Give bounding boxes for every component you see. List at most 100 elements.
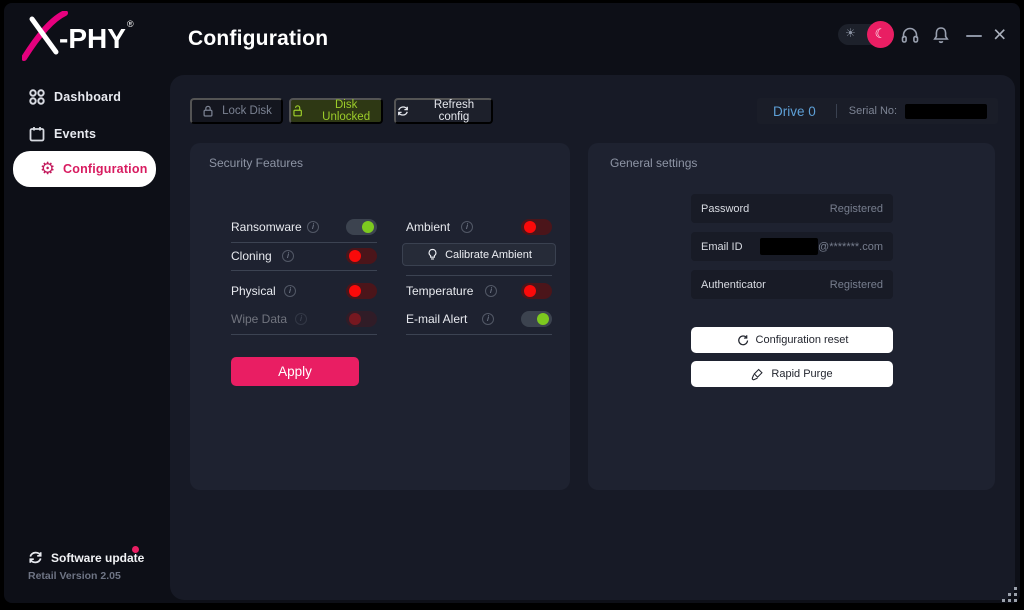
sync-icon bbox=[27, 549, 44, 566]
physical-toggle[interactable] bbox=[346, 283, 377, 299]
email-redacted bbox=[760, 238, 818, 255]
divider bbox=[836, 104, 837, 118]
svg-text:-PHY: -PHY bbox=[59, 23, 126, 54]
toggle-knob bbox=[524, 221, 536, 233]
resize-grip[interactable] bbox=[1002, 587, 1018, 603]
light-bulb-icon bbox=[426, 248, 439, 261]
sidebar-item-dashboard[interactable]: Dashboard bbox=[4, 86, 170, 110]
configuration-reset-label: Configuration reset bbox=[756, 334, 849, 346]
general-settings-title: General settings bbox=[610, 156, 697, 170]
authenticator-label: Authenticator bbox=[701, 279, 766, 291]
toggle-label: Ransomware bbox=[231, 220, 302, 234]
version-label: Retail Version 2.05 bbox=[28, 570, 121, 582]
toggle-row-ambient: Ambient i bbox=[406, 219, 552, 236]
info-icon[interactable]: i bbox=[482, 313, 494, 325]
wipe-data-toggle[interactable] bbox=[346, 311, 377, 327]
software-update-label: Software update bbox=[51, 551, 144, 565]
email-alert-toggle[interactable] bbox=[521, 311, 552, 327]
divider bbox=[231, 270, 377, 271]
sidebar-item-label: Events bbox=[54, 127, 96, 141]
serial-number-redacted bbox=[905, 104, 987, 119]
info-icon[interactable]: i bbox=[284, 285, 296, 297]
theme-toggle[interactable]: ☀ ☾ bbox=[838, 24, 890, 45]
moon-icon[interactable]: ☾ bbox=[867, 21, 894, 48]
dashboard-icon bbox=[28, 88, 46, 106]
cloning-toggle[interactable] bbox=[346, 248, 377, 264]
drive-name[interactable]: Drive 0 bbox=[773, 104, 816, 119]
toggle-knob bbox=[524, 285, 536, 297]
toggle-label: Ambient bbox=[406, 220, 450, 234]
notifications-bell-icon[interactable] bbox=[931, 25, 951, 45]
password-row[interactable]: Password Registered bbox=[691, 194, 893, 223]
info-icon[interactable]: i bbox=[282, 250, 294, 262]
ransomware-toggle[interactable] bbox=[346, 219, 377, 235]
update-notification-dot bbox=[132, 546, 139, 553]
toggle-label: Temperature bbox=[406, 284, 473, 298]
software-update-button[interactable]: Software update bbox=[4, 547, 170, 569]
gear-icon: ⚙ bbox=[40, 159, 55, 178]
toggle-knob bbox=[537, 313, 549, 325]
calibrate-ambient-label: Calibrate Ambient bbox=[445, 249, 532, 261]
ambient-toggle[interactable] bbox=[521, 219, 552, 235]
divider bbox=[406, 275, 552, 276]
info-icon: i bbox=[295, 313, 307, 325]
sidebar-item-label: Dashboard bbox=[54, 90, 121, 104]
toggle-label: Physical bbox=[231, 284, 276, 298]
sun-icon: ☀ bbox=[845, 26, 856, 40]
email-domain-masked: @*******.com bbox=[818, 241, 883, 253]
close-icon[interactable]: × bbox=[993, 21, 1006, 47]
toggle-row-ransomware: Ransomware i bbox=[231, 219, 377, 236]
toggle-knob bbox=[349, 285, 361, 297]
divider bbox=[231, 242, 377, 243]
toggle-row-cloning: Cloning i bbox=[231, 248, 377, 265]
toggle-knob bbox=[349, 250, 361, 262]
minimize-button[interactable] bbox=[966, 35, 982, 37]
toggle-label: Cloning bbox=[231, 249, 272, 263]
divider bbox=[231, 334, 377, 335]
refresh-config-label: Refresh config bbox=[417, 99, 491, 123]
toggle-knob bbox=[349, 313, 361, 325]
refresh-config-button[interactable]: Refresh config bbox=[394, 98, 493, 124]
rapid-purge-button[interactable]: Rapid Purge bbox=[691, 361, 893, 387]
lock-disk-button[interactable]: Lock Disk bbox=[190, 98, 283, 124]
rapid-purge-label: Rapid Purge bbox=[771, 368, 832, 380]
purge-brush-icon bbox=[751, 368, 764, 381]
svg-text:®: ® bbox=[127, 19, 134, 29]
refresh-icon bbox=[396, 104, 410, 118]
email-id-row[interactable]: Email ID @*******.com bbox=[691, 232, 893, 261]
lock-disk-label: Lock Disk bbox=[222, 105, 272, 117]
xphy-logo: -PHY ® bbox=[22, 11, 142, 61]
events-icon bbox=[28, 125, 46, 143]
serial-number-label: Serial No: bbox=[849, 105, 897, 117]
security-features-card: Security Features Ransomware i Cloning i… bbox=[190, 143, 570, 490]
configuration-reset-button[interactable]: Configuration reset bbox=[691, 327, 893, 353]
authenticator-status: Registered bbox=[830, 279, 883, 291]
info-icon[interactable]: i bbox=[485, 285, 497, 297]
toggle-row-physical: Physical i bbox=[231, 283, 377, 300]
temperature-toggle[interactable] bbox=[521, 283, 552, 299]
toggle-label: E-mail Alert bbox=[406, 312, 467, 326]
support-headphones-icon[interactable] bbox=[900, 25, 920, 45]
sidebar-item-events[interactable]: Events bbox=[4, 123, 170, 147]
general-settings-card: General settings Password Registered Ema… bbox=[588, 143, 995, 490]
disk-unlocked-button[interactable]: Disk Unlocked bbox=[289, 98, 383, 124]
calibrate-ambient-button[interactable]: Calibrate Ambient bbox=[402, 243, 556, 266]
app-window: -PHY ® Dashboard Events ⚙ Configuration … bbox=[4, 3, 1020, 603]
toggle-knob bbox=[362, 221, 374, 233]
apply-button[interactable]: Apply bbox=[231, 357, 359, 386]
info-icon[interactable]: i bbox=[461, 221, 473, 233]
info-icon[interactable]: i bbox=[307, 221, 319, 233]
main-content-panel: Lock Disk Disk Unlocked Refresh config D… bbox=[170, 75, 1015, 600]
page-title: Configuration bbox=[188, 27, 328, 51]
authenticator-row[interactable]: Authenticator Registered bbox=[691, 270, 893, 299]
security-features-title: Security Features bbox=[209, 156, 303, 170]
toggle-row-wipe-data: Wipe Data i bbox=[231, 311, 377, 328]
drive-info-bar: Drive 0 Serial No: bbox=[757, 98, 998, 124]
toggle-row-temperature: Temperature i bbox=[406, 283, 552, 300]
password-status: Registered bbox=[830, 203, 883, 215]
email-id-label: Email ID bbox=[701, 241, 743, 253]
toggle-row-email-alert: E-mail Alert i bbox=[406, 311, 552, 328]
sidebar-item-label: Configuration bbox=[63, 162, 148, 176]
sidebar-item-configuration[interactable]: ⚙ Configuration bbox=[13, 151, 156, 187]
toggle-label: Wipe Data bbox=[231, 312, 287, 326]
